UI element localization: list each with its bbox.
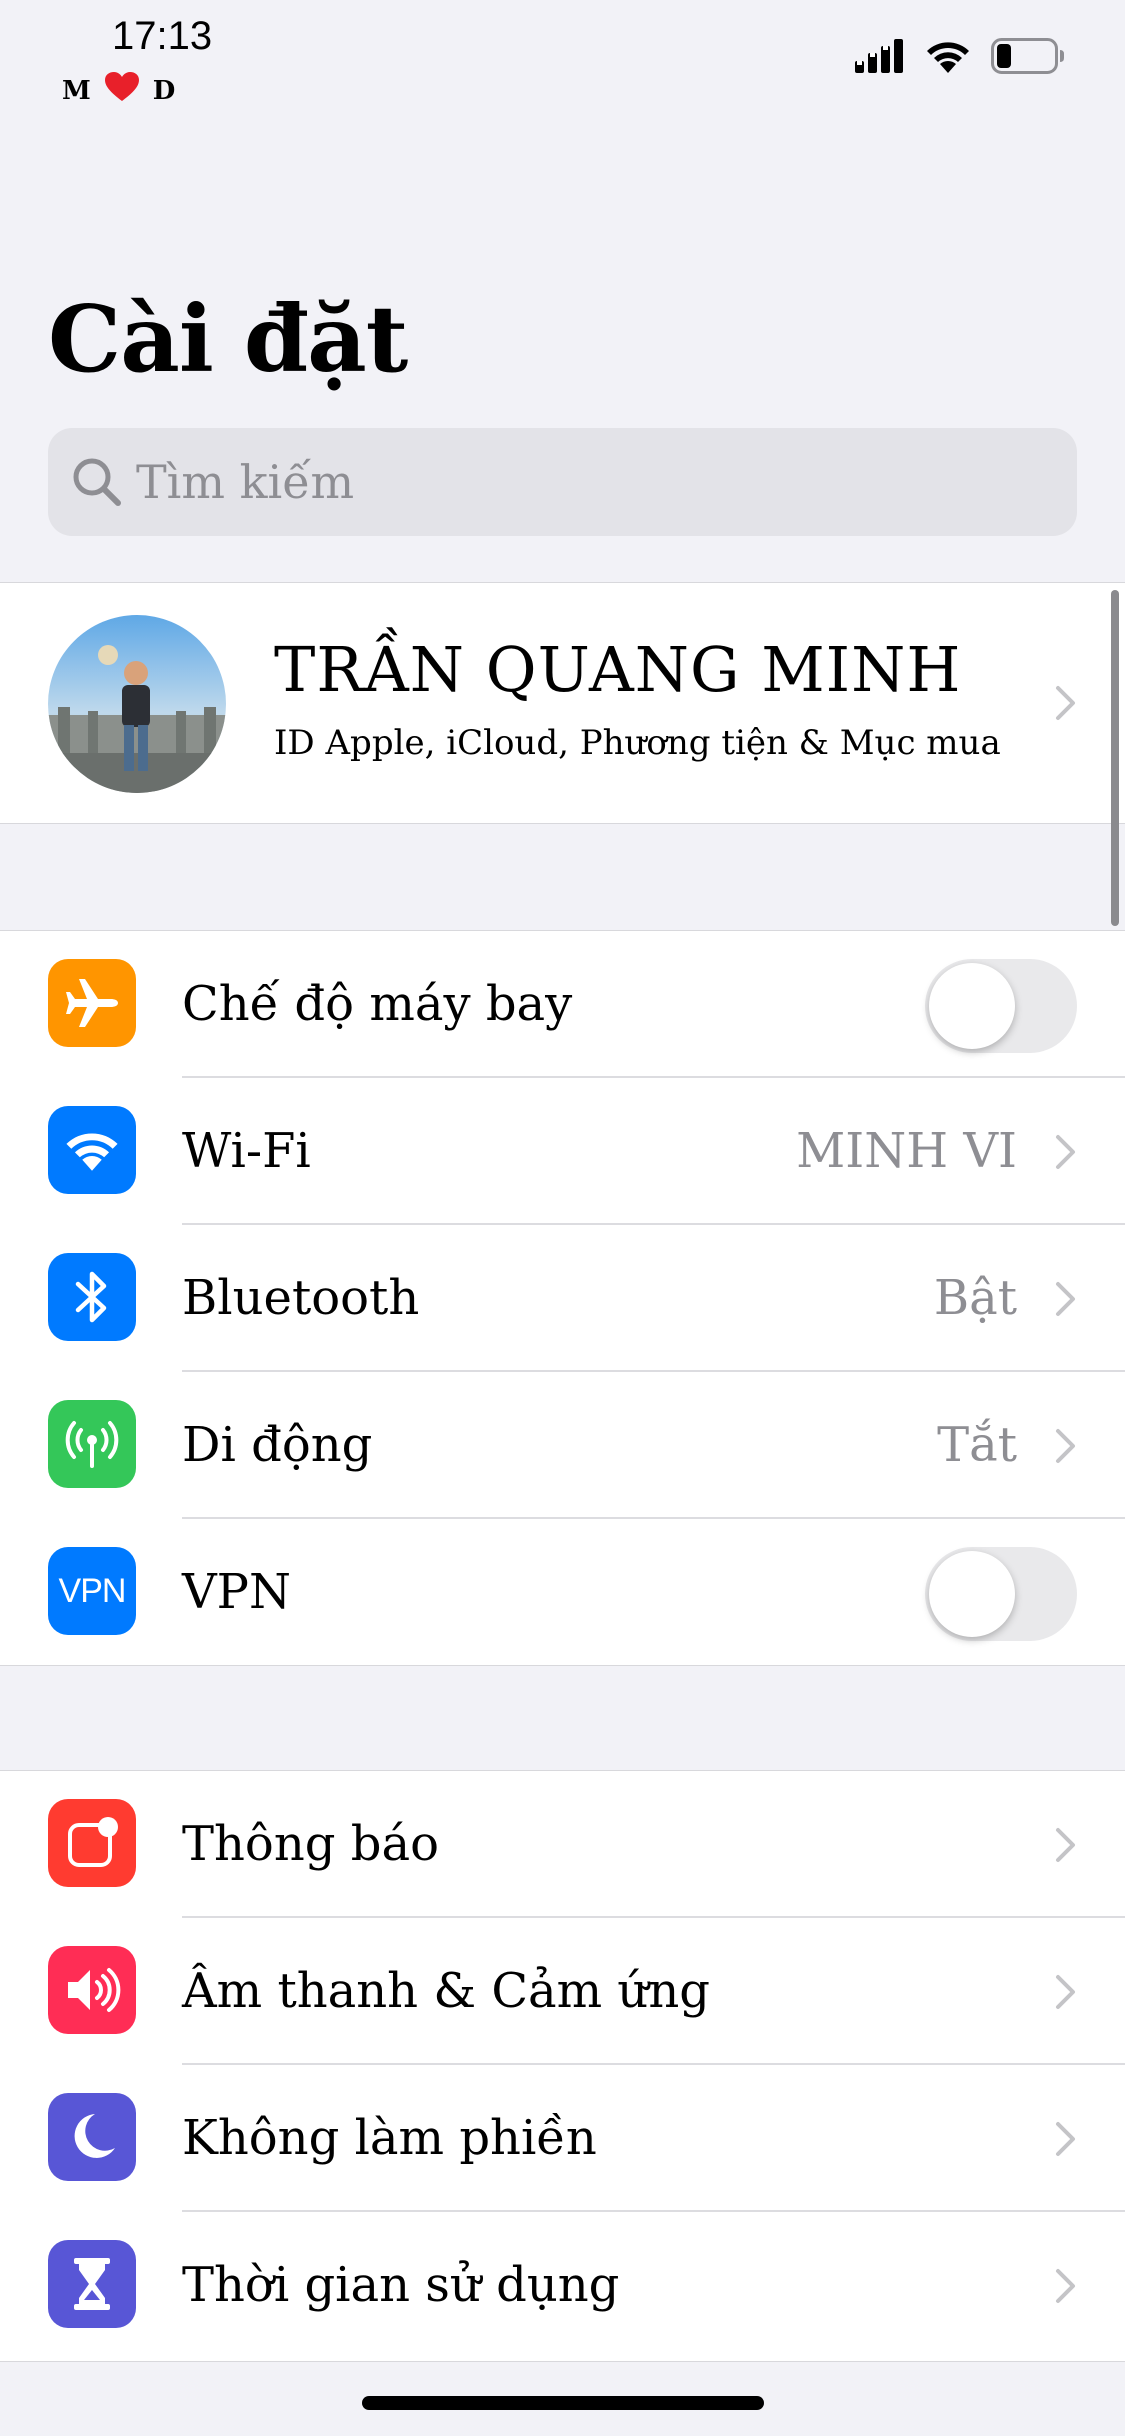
signal-bars-icon [855, 39, 905, 77]
chevron-right-icon [1055, 1281, 1077, 1317]
bluetooth-icon [48, 1253, 136, 1341]
hourglass-icon [48, 2240, 136, 2328]
cellular-value: Tắt [937, 1417, 1017, 1473]
bluetooth-row[interactable]: Bluetooth Bật [0, 1225, 1125, 1372]
page-title: Cài đặt [48, 285, 408, 393]
screen-time-label: Thời gian sử dụng [182, 2257, 620, 2313]
profile-name: TRẦN QUANG MINH [274, 633, 962, 706]
airplane-mode-label: Chế độ máy bay [182, 976, 573, 1032]
chevron-right-icon [1055, 2121, 1077, 2157]
airplane-mode-toggle[interactable] [925, 959, 1077, 1053]
wifi-value: MINH VI [796, 1123, 1017, 1179]
notifications-label: Thông báo [182, 1816, 439, 1872]
scroll-indicator[interactable] [1111, 590, 1119, 926]
chevron-right-icon [1055, 685, 1077, 721]
moon-icon [48, 2093, 136, 2181]
wifi-label: Wi-Fi [182, 1123, 311, 1179]
wifi-icon [48, 1106, 136, 1194]
carrier-right: D [152, 75, 176, 106]
profile-row[interactable]: TRẦN QUANG MINH ID Apple, iCloud, Phương… [0, 582, 1125, 824]
notification-icon [48, 1799, 136, 1887]
chevron-right-icon [1055, 1428, 1077, 1464]
cellular-antenna-icon [48, 1400, 136, 1488]
battery-icon [991, 38, 1065, 78]
do-not-disturb-row[interactable]: Không làm phiền [0, 2065, 1125, 2212]
notifications-group: Thông báo Âm thanh & Cảm ứng Không làm p… [0, 1770, 1125, 2362]
vpn-row: VPN VPN [0, 1519, 1125, 1666]
chevron-right-icon [1055, 1134, 1077, 1170]
airplane-mode-row: Chế độ máy bay [0, 931, 1125, 1078]
status-time: 17:13 [112, 14, 213, 58]
wifi-row[interactable]: Wi-Fi MINH VI [0, 1078, 1125, 1225]
status-icons [855, 38, 1065, 78]
heart-icon [104, 72, 139, 109]
profile-subtitle: ID Apple, iCloud, Phương tiện & Mục mua [274, 723, 1001, 763]
connectivity-group: Chế độ máy bay Wi-Fi MINH VI Bluetooth B… [0, 930, 1125, 1666]
sounds-haptics-row[interactable]: Âm thanh & Cảm ứng [0, 1918, 1125, 2065]
search-input[interactable]: Tìm kiếm [48, 428, 1077, 536]
speaker-icon [48, 1946, 136, 2034]
chevron-right-icon [1055, 2268, 1077, 2304]
screen-time-row[interactable]: Thời gian sử dụng [0, 2212, 1125, 2359]
do-not-disturb-label: Không làm phiền [182, 2110, 597, 2166]
vpn-icon: VPN [48, 1547, 136, 1635]
search-icon [70, 455, 124, 509]
wifi-icon [925, 39, 971, 77]
carrier-label: M D [62, 72, 175, 109]
bluetooth-value: Bật [933, 1270, 1017, 1326]
carrier-left: M [62, 75, 91, 106]
bluetooth-label: Bluetooth [182, 1270, 420, 1326]
avatar [48, 615, 226, 793]
sounds-haptics-label: Âm thanh & Cảm ứng [182, 1963, 710, 2019]
chevron-right-icon [1055, 1827, 1077, 1863]
airplane-icon [48, 959, 136, 1047]
notifications-row[interactable]: Thông báo [0, 1771, 1125, 1918]
chevron-right-icon [1055, 1974, 1077, 2010]
cellular-label: Di động [182, 1417, 373, 1473]
vpn-toggle[interactable] [925, 1547, 1077, 1641]
vpn-label: VPN [182, 1564, 291, 1620]
search-placeholder: Tìm kiếm [136, 455, 355, 509]
cellular-row[interactable]: Di động Tắt [0, 1372, 1125, 1519]
home-indicator[interactable] [362, 2396, 764, 2410]
